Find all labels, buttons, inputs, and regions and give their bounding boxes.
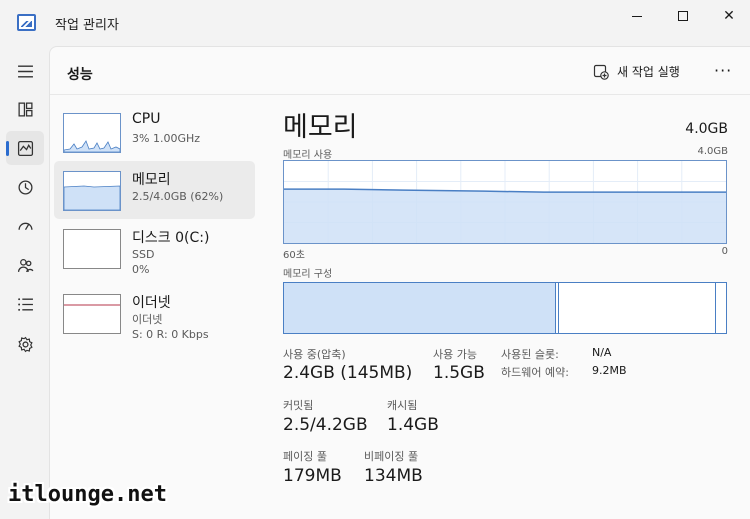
nav-details[interactable] — [6, 287, 44, 321]
available-value: 1.5GB — [433, 363, 485, 383]
nav-users[interactable] — [6, 248, 44, 282]
available-label: 사용 가능 — [433, 348, 477, 361]
run-new-task-button[interactable]: 새 작업 실행 — [593, 63, 680, 80]
committed-value: 2.5/4.2GB — [283, 415, 368, 435]
perf-item-name: 메모리 — [132, 172, 171, 188]
memory-total: 4.0GB — [685, 121, 728, 137]
header-divider — [50, 94, 750, 95]
page-title: 성능 — [67, 67, 93, 83]
nav-services[interactable] — [6, 327, 44, 361]
users-icon — [17, 258, 33, 272]
site-watermark: itlounge.net — [8, 482, 167, 507]
perf-item-memory[interactable]: 메모리 2.5/4.0GB (62%) — [54, 161, 255, 219]
usage-chart-label: 메모리 사용 — [283, 150, 333, 161]
history-icon — [17, 179, 33, 195]
perf-item-detail: 2.5/4.0GB (62%) — [132, 190, 224, 203]
in-use-value: 2.4GB (145MB) — [283, 363, 413, 383]
title-bar: 작업 관리자 ✕ — [0, 0, 750, 46]
in-use-label: 사용 중(압축) — [283, 348, 346, 361]
composition-standby — [559, 283, 716, 333]
cached-value: 1.4GB — [387, 415, 439, 435]
close-button[interactable]: ✕ — [706, 0, 750, 32]
left-navigation — [0, 46, 49, 519]
maximize-icon — [678, 11, 688, 21]
menu-icon — [17, 64, 33, 78]
details-icon — [17, 297, 33, 311]
composition-free — [716, 283, 726, 333]
menu-button[interactable] — [6, 54, 44, 88]
window-title: 작업 관리자 — [55, 18, 119, 33]
usage-chart-max: 4.0GB — [697, 146, 728, 157]
perf-item-cpu[interactable]: CPU 3% 1.00GHz — [54, 103, 255, 161]
nav-performance[interactable] — [6, 131, 44, 165]
reserved-value: 9.2MB — [592, 364, 627, 377]
reserved-label: 하드웨어 예약: — [501, 366, 569, 379]
nonpaged-pool-label: 비페이징 풀 — [364, 450, 419, 463]
nav-app-history[interactable] — [6, 170, 44, 204]
perf-item-name: 이더넷 — [132, 295, 171, 311]
committed-label: 커밋됨 — [283, 399, 314, 412]
nav-startup[interactable] — [6, 209, 44, 243]
chart-axis-right: 0 — [721, 246, 728, 257]
slots-value: N/A — [592, 346, 612, 359]
content-area: 성능 새 작업 실행 ··· CPU 3% 1.00GHz 메모리 2.5/4.… — [49, 46, 750, 519]
slots-label: 사용된 슬롯: — [501, 348, 559, 361]
maximize-button[interactable] — [660, 0, 706, 32]
run-task-icon — [593, 64, 609, 80]
paged-pool-value: 179MB — [283, 466, 342, 486]
perf-item-detail: SSD 0% — [132, 248, 155, 276]
perf-item-name: CPU — [132, 111, 161, 127]
minimize-button[interactable] — [614, 0, 660, 32]
cpu-thumbnail — [63, 113, 121, 153]
task-manager-icon — [17, 14, 36, 31]
nonpaged-pool-value: 134MB — [364, 466, 423, 486]
minimize-icon — [632, 15, 642, 17]
perf-item-ethernet[interactable]: 이더넷 이더넷 S: 0 R: 0 Kbps — [54, 284, 255, 342]
composition-label: 메모리 구성 — [283, 269, 333, 280]
perf-item-detail: 3% 1.00GHz — [132, 132, 201, 145]
nav-processes[interactable] — [6, 92, 44, 126]
memory-usage-chart — [283, 160, 727, 244]
usage-area — [284, 189, 726, 243]
disk-thumbnail — [63, 229, 121, 269]
composition-in-use — [284, 283, 556, 333]
perf-item-disk[interactable]: 디스크 0(C:) SSD 0% — [54, 219, 255, 277]
close-icon: ✕ — [723, 8, 735, 24]
perf-item-detail: 이더넷 S: 0 R: 0 Kbps — [132, 313, 209, 341]
memory-thumbnail — [63, 171, 121, 211]
startup-icon — [17, 222, 33, 230]
memory-usage-graph — [284, 161, 726, 243]
performance-icon — [17, 140, 33, 156]
memory-composition-bar — [283, 282, 727, 334]
services-icon — [17, 336, 33, 352]
ethernet-thumbnail — [63, 294, 121, 334]
memory-title: 메모리 — [283, 112, 358, 143]
processes-icon — [17, 101, 33, 117]
cached-label: 캐시됨 — [387, 399, 418, 412]
run-task-label: 새 작업 실행 — [617, 65, 680, 79]
chart-axis-left: 60초 — [283, 250, 305, 261]
perf-item-name: 디스크 0(C:) — [132, 230, 210, 246]
paged-pool-label: 페이징 풀 — [283, 450, 327, 463]
more-options-button[interactable]: ··· — [714, 61, 732, 80]
